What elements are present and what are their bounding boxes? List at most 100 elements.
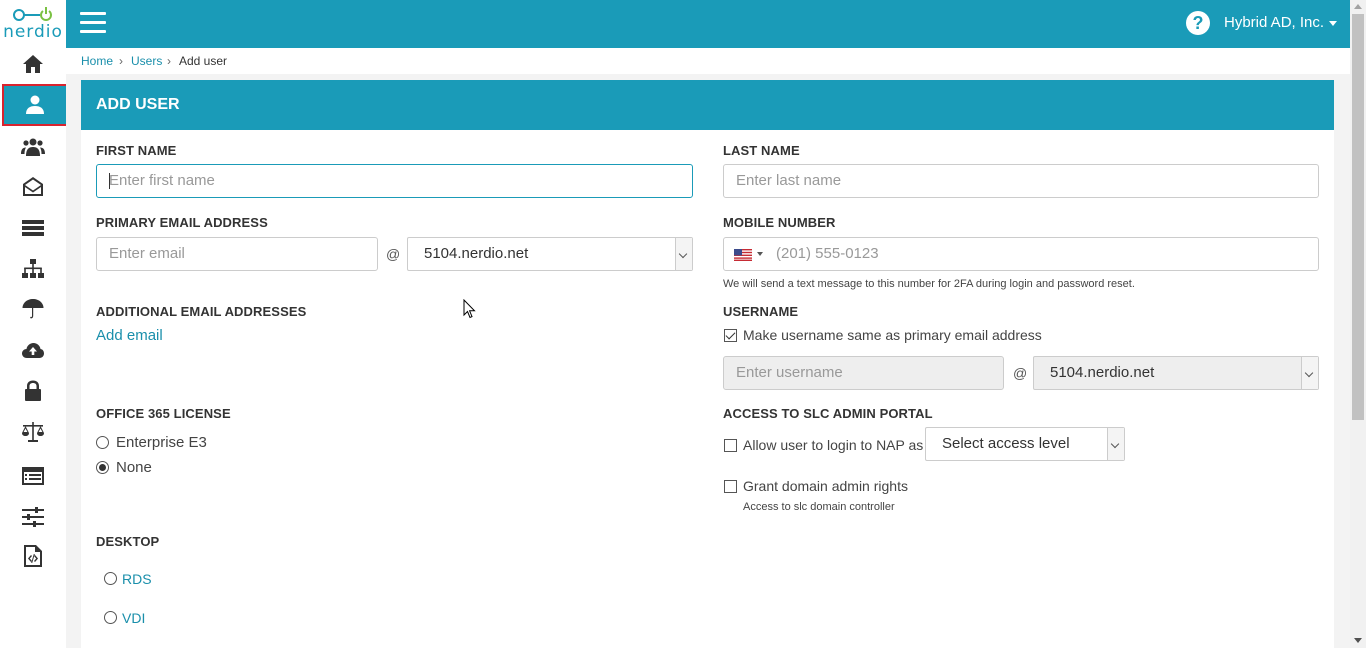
cloud-upload-icon [22,343,44,358]
sidebar-item-settings[interactable] [0,497,66,537]
country-caret-icon[interactable] [757,252,763,256]
allow-login-checkbox[interactable] [724,439,737,452]
mobile-number-hint: We will send a text message to this numb… [723,278,1135,290]
umbrella-icon [22,299,44,319]
code-file-icon [24,545,42,567]
grant-domain-admin-checkbox[interactable] [724,480,737,493]
scroll-down-arrow-icon[interactable] [1354,638,1362,643]
allow-login-label: Allow user to login to NAP as [743,437,924,453]
sidebar-item-security[interactable] [0,371,66,411]
nerdio-logo[interactable]: nerdio [0,4,66,42]
user-icon [26,95,44,114]
at-sign: @ [386,246,401,262]
breadcrumb-users[interactable]: Users [131,54,162,68]
top-bar: ? Hybrid AD, Inc. [66,0,1350,48]
scrollbar-thumb[interactable] [1352,14,1364,420]
first-name-placeholder: Enter first name [109,172,215,189]
sidebar-item-home[interactable] [0,44,66,84]
sidebar-item-reports[interactable] [0,456,66,496]
envelope-open-icon [23,177,43,196]
scroll-up-arrow-icon[interactable] [1354,4,1362,9]
additional-emails-label: ADDITIONAL EMAIL ADDRESSES [96,304,307,319]
email-domain-value: 5104.nerdio.net [424,245,529,262]
chevron-down-icon [1301,357,1318,389]
office365-license-label: OFFICE 365 LICENSE [96,406,231,421]
sidebar-item-mail[interactable] [0,167,66,207]
sidebar-item-servers[interactable] [0,209,66,249]
desktop-radio-rds[interactable] [104,572,117,585]
username-same-as-email-checkbox[interactable] [724,329,737,342]
primary-email-placeholder: Enter email [109,245,185,262]
us-flag-icon[interactable] [734,249,752,261]
server-icon [22,220,44,236]
list-icon [22,467,44,485]
breadcrumb-separator: › [119,54,123,68]
breadcrumb-current: Add user [179,54,228,68]
breadcrumb-separator: › [167,54,171,68]
username-domain-select[interactable]: 5104.nerdio.net [1033,356,1319,390]
lock-icon [25,380,41,401]
help-icon[interactable]: ? [1186,11,1210,35]
desktop-label: DESKTOP [96,534,160,549]
username-domain-value: 5104.nerdio.net [1050,364,1155,381]
balance-scale-icon [22,422,44,442]
mobile-number-placeholder: (201) 555-0123 [776,245,879,262]
sitemap-icon [22,259,44,278]
license-option-enterprise-e3: Enterprise E3 [116,434,207,451]
username-placeholder: Enter username [736,364,843,381]
license-radio-enterprise-e3[interactable] [96,436,109,449]
sidebar-item-cloud[interactable] [0,330,66,370]
last-name-placeholder: Enter last name [736,172,842,189]
hamburger-icon[interactable] [80,12,106,34]
organization-menu[interactable]: Hybrid AD, Inc. [1224,14,1338,31]
desktop-option-vdi[interactable]: VDI [122,610,145,626]
logo-mark-icon [13,7,52,21]
access-level-select[interactable]: Select access level [925,427,1125,461]
primary-email-input[interactable]: Enter email [96,237,378,271]
last-name-label: LAST NAME [723,143,800,158]
sidebar-item-network[interactable] [0,249,66,289]
sidebar-item-backup[interactable] [0,289,66,329]
breadcrumb-home[interactable]: Home [81,54,113,68]
users-group-icon [21,138,45,156]
chevron-down-icon [675,238,692,270]
desktop-radio-vdi[interactable] [104,611,117,624]
home-icon [23,55,43,73]
at-sign: @ [1013,365,1028,381]
chevron-down-icon [1107,428,1124,460]
organization-name: Hybrid AD, Inc. [1224,14,1325,31]
panel-header: ADD USER [81,80,1334,130]
desktop-option-rds[interactable]: RDS [122,571,152,587]
breadcrumb: Home › Users › Add user [66,48,1350,74]
slc-admin-portal-label: ACCESS TO SLC ADMIN PORTAL [723,406,933,421]
sidebar: nerdio [0,0,68,648]
primary-email-label: PRIMARY EMAIL ADDRESS [96,215,268,230]
text-cursor [109,173,110,189]
add-user-panel: ADD USER FIRST NAME Enter first name PRI… [81,80,1334,648]
logo-text: nerdio [3,22,63,42]
license-option-none: None [116,459,152,476]
sidebar-item-users[interactable] [2,84,68,126]
grant-domain-admin-hint: Access to slc domain controller [743,501,895,513]
first-name-label: FIRST NAME [96,143,177,158]
last-name-input[interactable]: Enter last name [723,164,1319,198]
sidebar-item-groups[interactable] [0,127,66,167]
first-name-input[interactable]: Enter first name [96,164,693,198]
sidebar-item-scripts[interactable] [0,536,66,576]
caret-down-icon [1329,20,1338,26]
username-input[interactable]: Enter username [723,356,1004,390]
username-same-as-email-label: Make username same as primary email addr… [743,327,1042,343]
mobile-number-label: MOBILE NUMBER [723,215,836,230]
sidebar-item-compliance[interactable] [0,412,66,452]
license-radio-none[interactable] [96,461,109,474]
sliders-icon [22,507,44,527]
email-domain-select[interactable]: 5104.nerdio.net [407,237,693,271]
access-level-value: Select access level [942,435,1070,452]
add-email-link[interactable]: Add email [96,327,163,344]
page-title: ADD USER [96,96,180,113]
username-label: USERNAME [723,304,799,319]
vertical-scrollbar[interactable] [1350,0,1366,648]
grant-domain-admin-label: Grant domain admin rights [743,478,908,494]
mobile-number-input[interactable]: (201) 555-0123 [723,237,1319,271]
mouse-pointer-icon [463,299,476,319]
